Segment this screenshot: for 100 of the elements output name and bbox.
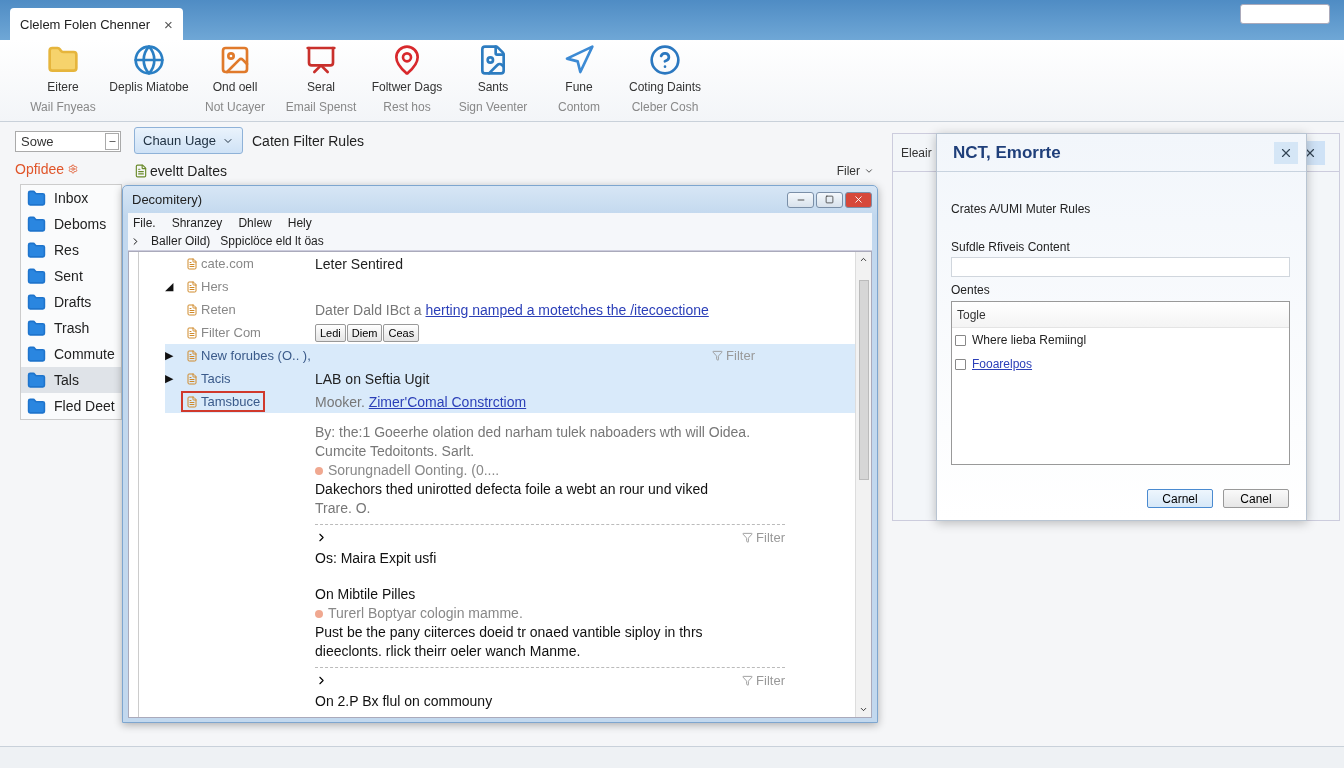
minimize-button[interactable] [787, 191, 814, 208]
toolbar-button[interactable]: Sants Sign Veenter [450, 44, 536, 121]
toolbar-button[interactable]: Seral Email Spenst [278, 44, 364, 121]
window-controls-icon[interactable] [1240, 4, 1330, 24]
section-label: Opfidee [15, 161, 65, 177]
page-title: Caten Filter Rules [252, 132, 365, 149]
scroll-down-icon[interactable] [859, 705, 868, 714]
message-text: By: the:1 Goeerhe olation ded narham tulek naboaders wth will Oidea. Cumcite Tedoitonts. Sarlt. [315, 423, 752, 461]
maximize-icon [825, 195, 834, 204]
toolbar-button[interactable]: Deplis Miatobe [106, 44, 192, 121]
small-button[interactable]: Diem [346, 323, 383, 342]
message-text: On 2.P Bx flul on commouny [315, 692, 494, 711]
toolbar-button[interactable]: Ond oell Not Ucayer [192, 44, 278, 121]
menu-item[interactable]: Dhlew [238, 215, 272, 230]
caret-icon [864, 166, 874, 176]
tree-item[interactable]: Filter Com [181, 322, 266, 343]
breadcrumb-item[interactable]: Baller Oild) [151, 234, 211, 248]
input-field[interactable] [951, 257, 1290, 277]
close-button[interactable] [1274, 141, 1298, 164]
option-label[interactable]: Where lieba Remiingl [972, 333, 1087, 347]
status-dot-icon [315, 609, 323, 618]
status-dot-icon [315, 466, 323, 475]
sidebar-item[interactable]: Trash [21, 315, 121, 341]
message-meta: Sorungnadell Oonting. (0.... [328, 461, 500, 480]
menu-item[interactable]: File. [133, 215, 156, 230]
toolbar-button[interactable]: Coting Daints Cleber Cosh [622, 44, 708, 121]
document-icon [186, 395, 198, 408]
small-button[interactable]: Ledi [315, 323, 346, 342]
folder-icon [27, 318, 46, 338]
filter-icon [742, 674, 754, 686]
toolbar-button[interactable]: Foltwer Dags Rest hos [364, 44, 450, 121]
sidebar-item[interactable]: Inbox [21, 185, 121, 211]
folder-icon [27, 292, 46, 312]
tree-item[interactable]: Hers [181, 276, 234, 297]
folder-select[interactable]: Sowe [15, 131, 121, 152]
scrollbar-thumb[interactable] [858, 279, 869, 480]
document-icon [186, 303, 198, 316]
filter-menu[interactable]: Filer [830, 163, 880, 179]
folder-icon [27, 188, 46, 208]
small-button[interactable]: Ceas [383, 323, 420, 342]
tree-item[interactable]: cate.com [181, 253, 259, 274]
sidebar-item[interactable]: Fled Deet [21, 393, 121, 419]
toolbar-button[interactable]: Eitere Wail Fnyeas [20, 44, 106, 121]
list-label: Oentes [951, 283, 991, 297]
filter-icon [742, 531, 754, 543]
dialog-title: NCT, Emorrte [953, 142, 1061, 163]
menu-item[interactable]: Hely [287, 215, 312, 230]
menu-item[interactable]: Shranzey [171, 215, 223, 230]
document-icon [186, 280, 198, 293]
folder-icon [27, 370, 46, 390]
sidebar-item[interactable]: Commute [21, 341, 121, 367]
checkbox[interactable] [955, 358, 966, 370]
message-text: Os: Maira Expit usfi [315, 549, 438, 568]
sidebar-item[interactable]: Tals [21, 367, 121, 393]
link[interactable]: Zimer'Comal Constrctiom [368, 393, 527, 410]
tree-item[interactable]: New forubes (O.. ), [181, 345, 316, 366]
sidebar-item[interactable]: Sent [21, 263, 121, 289]
globe-icon [133, 44, 165, 76]
tree-item[interactable]: Tacis [181, 368, 236, 389]
link[interactable]: herting namped a motetches the /itecoectione [425, 301, 709, 318]
dialog-button[interactable]: Canel [1223, 489, 1289, 508]
list-heading: eveltt Daltes [150, 163, 228, 179]
filter-icon [712, 350, 724, 361]
expand-arrow[interactable]: ▶ [165, 349, 177, 362]
sidebar-item[interactable]: Res [21, 237, 121, 263]
message-text: Pust be the pany ciiterces doeid tr onaed vantible siploy in thrs dieeclonts. rlick theirr oeler wanch Manme. [315, 623, 704, 661]
row-text: Leter Sentired [315, 255, 404, 272]
tab-close-button[interactable]: × [164, 15, 173, 33]
app-tab[interactable]: Clelem Folen Chenner × [10, 8, 183, 40]
tree-item[interactable]: Tamsbuce [181, 391, 266, 412]
gear-icon [68, 164, 79, 174]
toolbar-button[interactable]: Fune Contom [536, 44, 622, 121]
dialog-heading: Crates A/UMI Muter Rules [951, 202, 1092, 216]
expand-arrow[interactable]: ▶ [165, 372, 177, 385]
row-text: Dater Dald IBct a herting namped a motetches the /itecoectione [315, 301, 710, 318]
breadcrumb-item[interactable]: Sppiclöce eld lt öas [220, 234, 324, 248]
sidebar-item[interactable]: Deboms [21, 211, 121, 237]
sidebar-item[interactable]: Drafts [21, 289, 121, 315]
checkbox[interactable] [955, 334, 966, 346]
scroll-up-icon[interactable] [859, 255, 868, 264]
document-icon [186, 349, 198, 362]
maximize-button[interactable] [816, 191, 843, 208]
folder-icon [27, 240, 46, 260]
view-dropdown[interactable]: Chaun Uage [134, 127, 243, 154]
option-link[interactable]: Fooarelpos [972, 357, 1033, 371]
expand-arrow[interactable]: ◢ [165, 280, 177, 293]
dialog-button[interactable]: Carnel [1147, 489, 1213, 508]
document-icon [186, 257, 198, 270]
tree-item[interactable]: Reten [181, 299, 241, 320]
presentation-icon [305, 44, 337, 76]
document-icon [186, 326, 198, 339]
row-text: LAB on Seftia Ugit [315, 370, 431, 387]
folder-icon [27, 396, 46, 416]
close-icon [853, 194, 864, 205]
help-icon [649, 44, 681, 76]
folder-icon [27, 266, 46, 286]
document-icon [186, 372, 198, 385]
picture-icon [219, 44, 251, 76]
document-icon [134, 164, 148, 178]
folder-icon [27, 344, 46, 364]
